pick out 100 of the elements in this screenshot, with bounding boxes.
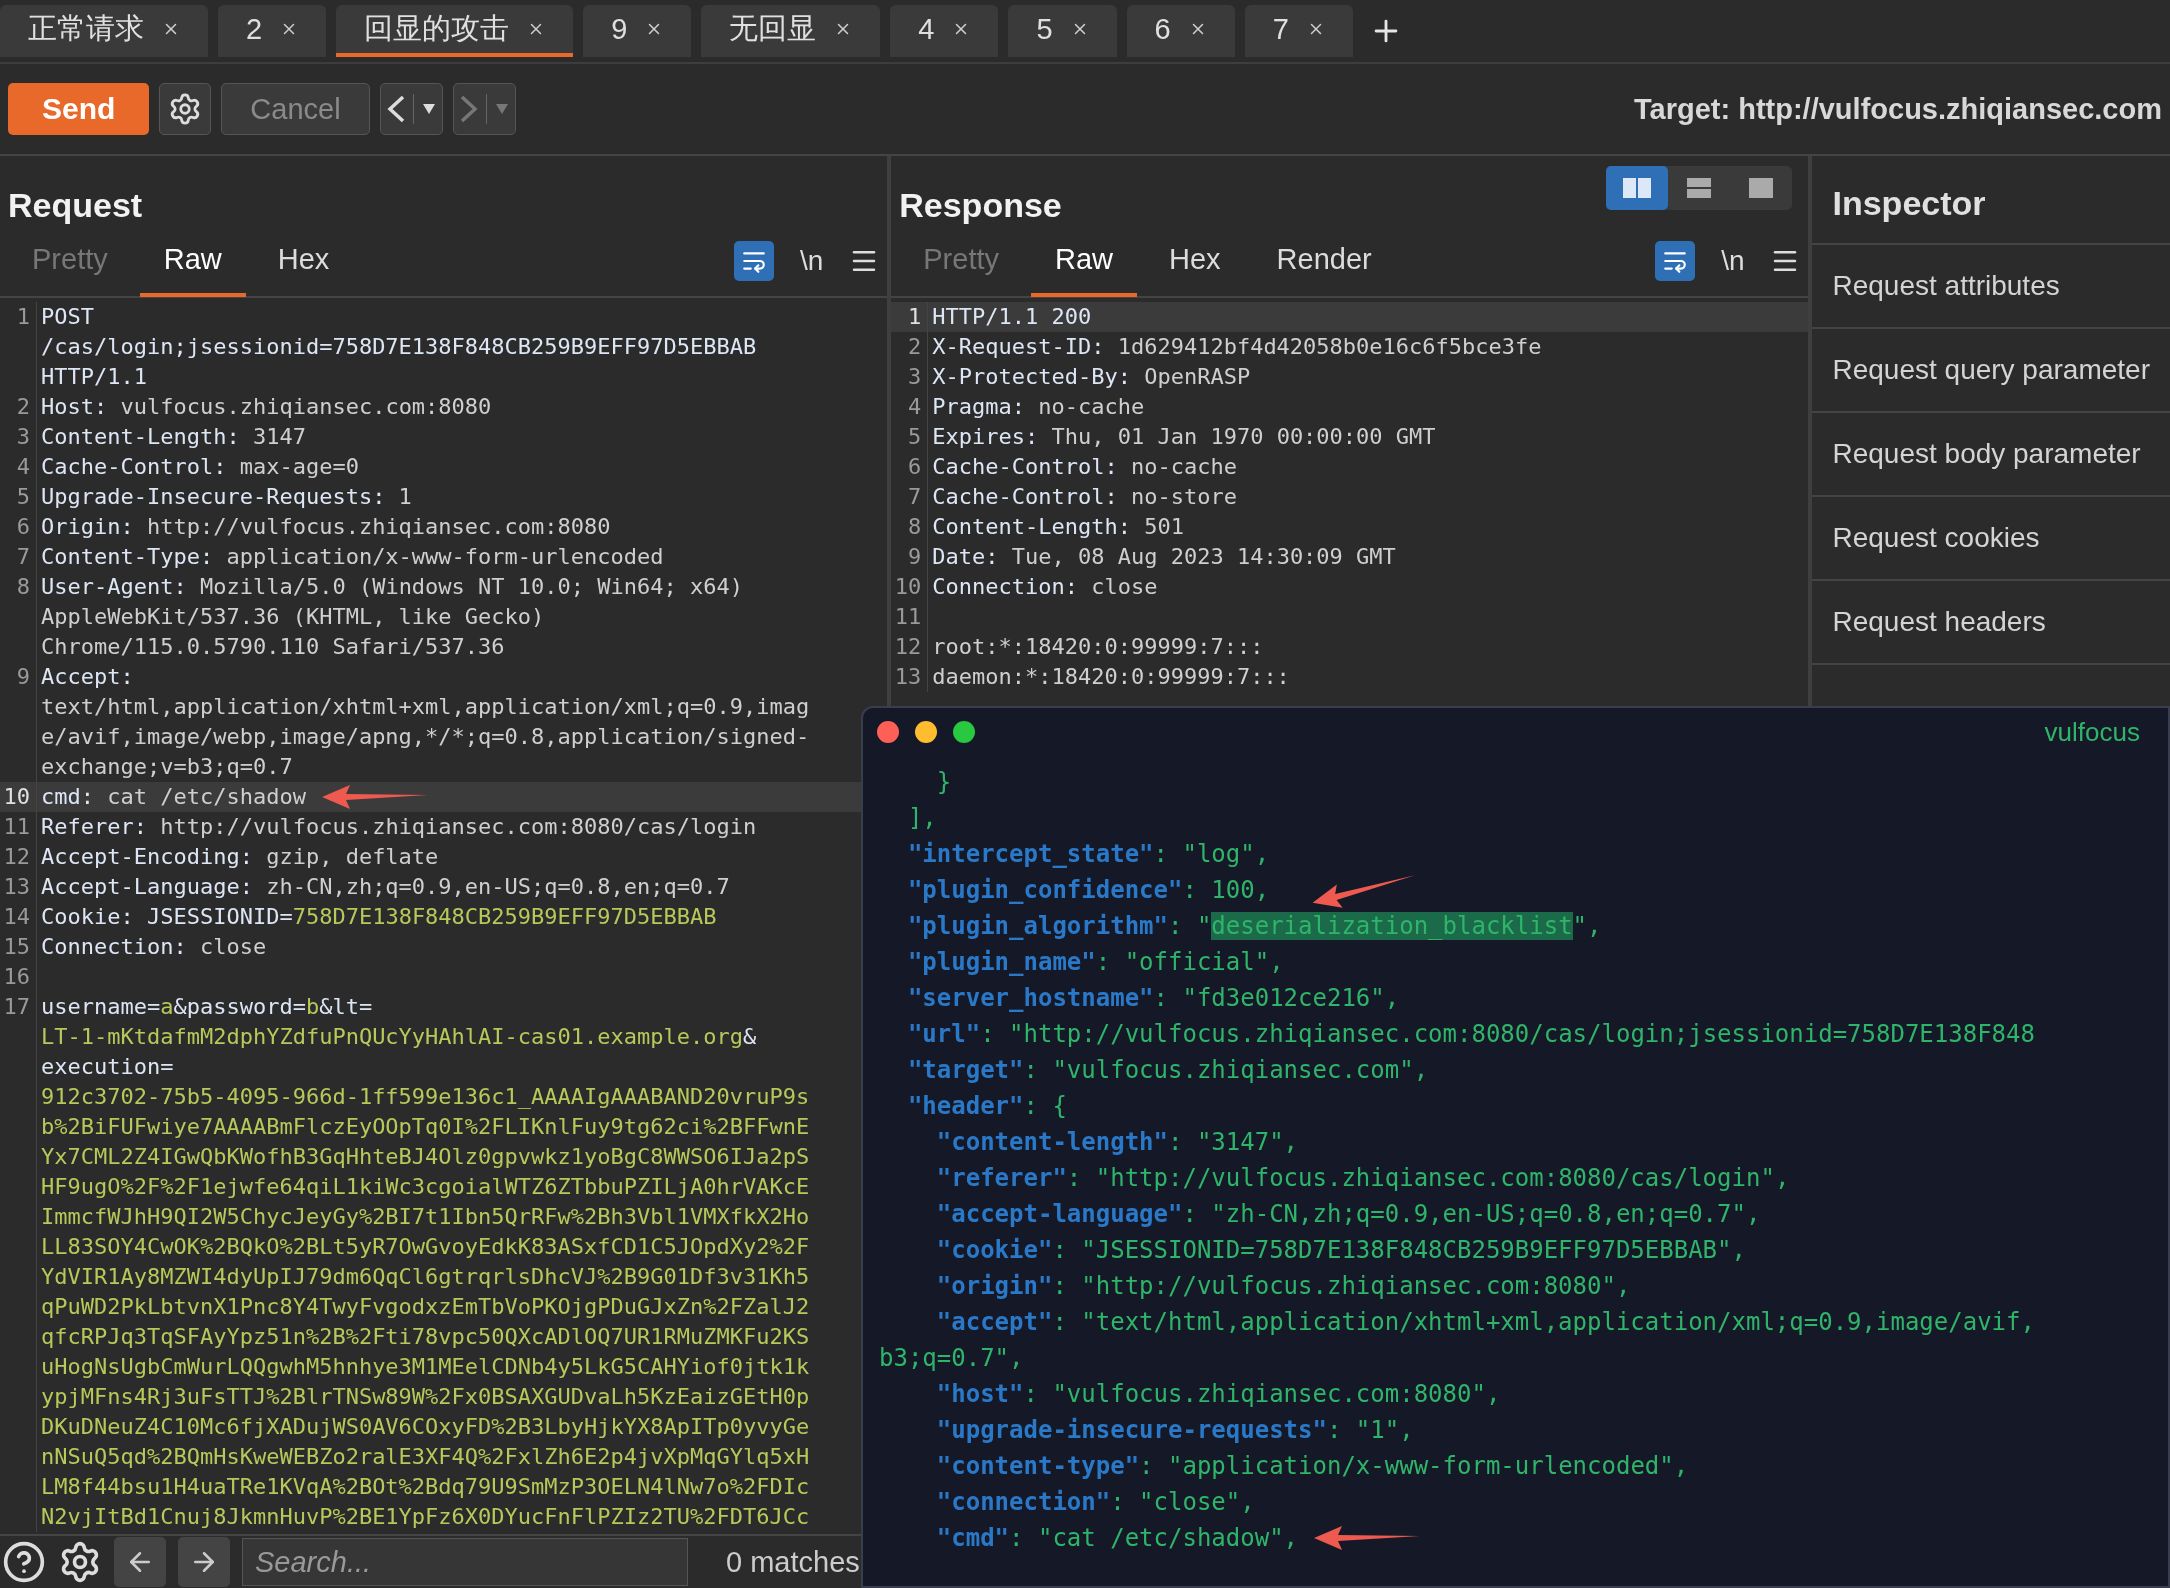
inspector-section[interactable]: Request attributes: [1812, 245, 2170, 329]
code-line: Pragma: no-cache: [932, 393, 1145, 421]
close-dot[interactable]: [877, 721, 899, 743]
chevron-left-icon: [386, 95, 405, 123]
code-line: Connection: close: [41, 933, 267, 961]
code-line: Cache-Control: no-cache: [932, 453, 1237, 481]
code-line: Yx7CML2Z4IGwQbKWofhB3GqHhteBJ4Olz0gpvwkz1yoBgC8WWSO6IJa2pS: [41, 1143, 810, 1171]
caret-icon: [494, 103, 509, 115]
tab[interactable]: 7: [1244, 5, 1353, 57]
view-tab[interactable]: Raw: [1031, 225, 1137, 297]
code-line: 912c3702-75b5-4095-966d-1ff599e136c1_AAAAIgAAABAND20vruP9s: [41, 1083, 810, 1111]
code-line: ypjMFns4Rj3uFsTTJ%2BlrTNSw89W%2Fx0BSAXGUDvaLh5KzEaizGEtH0p: [41, 1383, 810, 1411]
wrap-lines-button[interactable]: [733, 241, 774, 281]
code-line: qfcRPJq3TqSFAyYpz51n%2B%2Fti78vpc50QXcADlOQ7UR1RMuZMKFu2KS: [41, 1323, 810, 1351]
panel-title: Request: [8, 186, 143, 225]
code-line: "plugin_confidence": 100,: [906, 876, 1270, 904]
code-line: execution=: [41, 1053, 174, 1081]
code-line: Connection: close: [932, 573, 1158, 601]
code-line: }: [935, 768, 952, 796]
code-line: Chrome/115.0.5790.110 Safari/537.36: [41, 633, 505, 661]
tab[interactable]: 无回显: [701, 5, 881, 57]
code-line: N2vjItBd1Cnuj8JkmnHuvP%2BE1YpFz6X0DYucFnFlPZIz2TU%2FDT6JCc: [41, 1503, 810, 1531]
chevron-right-icon: [459, 95, 478, 123]
code-line: text/html,application/xhtml+xml,application/xml;q=0.9,imag: [41, 693, 810, 721]
code-line: X-Protected-By: OpenRASP: [932, 363, 1251, 391]
tab[interactable]: 正常请求: [0, 5, 208, 57]
code-line: Cache-Control: max-age=0: [41, 453, 359, 481]
code-line: "origin": "http://vulfocus.zhiqiansec.com:8080",: [935, 1272, 1631, 1300]
back-button[interactable]: [379, 83, 443, 135]
zoom-dot[interactable]: [953, 721, 975, 743]
code-line: /cas/login;jsessionid=758D7E138F848CB259B9EFF97D5EBBAB: [41, 333, 757, 361]
rows-icon: [1686, 177, 1713, 199]
view-tab[interactable]: Render: [1252, 225, 1396, 297]
code-line: e/avif,image/webp,image/apng,*/*;q=0.8,application/signed-: [41, 723, 810, 751]
tab[interactable]: 5: [1008, 5, 1117, 57]
code-line: "content-type": "application/x-www-form-urlencoded",: [935, 1452, 1689, 1480]
inspector-section[interactable]: Request query parameter: [1812, 329, 2170, 413]
code-line: Cache-Control: no-store: [932, 483, 1237, 511]
code-line: Upgrade-Insecure-Requests: 1: [41, 483, 412, 511]
code-line: b%2BiFUFwiye7AAAABmFlczEyOOpTq0I%2FLIKnlFuy9tg62ci%2BFFwnE: [41, 1113, 810, 1141]
code-line: Cookie: JSESSIONID=758D7E138F848CB259B9EFF97D5EBBAB: [41, 903, 717, 931]
wrap-lines-button[interactable]: [1655, 241, 1696, 281]
inspector-section[interactable]: Request cookies: [1812, 497, 2170, 581]
code-line: ],: [906, 804, 937, 832]
code-line: YdVIR1Ay8MZWI4dyUpIJ79dm6QqCl6gtrqrlsDhcVJ%2B9G01Df3v31Kh5: [41, 1263, 810, 1291]
code-line: Date: Tue, 08 Aug 2023 14:30:09 GMT: [932, 543, 1396, 571]
code-line: "accept": "text/html,application/xhtml+xml,application/xml;q=0.9,image/avif,: [935, 1308, 2035, 1336]
tab[interactable]: 6: [1126, 5, 1235, 57]
tab[interactable]: 4: [890, 5, 999, 57]
help-icon[interactable]: [2, 1540, 46, 1584]
view-tab[interactable]: Raw: [139, 225, 246, 297]
code-line: Referer: http://vulfocus.zhiqiansec.com:8080/cas/login: [41, 813, 757, 841]
code-line: "intercept_state": "log",: [906, 840, 1270, 868]
code-line: X-Request-ID: 1d629412bf4d42058b0e16c6f5bce3fe: [932, 333, 1542, 361]
code-line: ImmcfWJhH9QI2W5ChycJeyGy%2BI7t1Ibn5QrRFw%2Bh3Vbl1VMXfkX2Ho: [41, 1203, 810, 1231]
previous-button[interactable]: [114, 1537, 166, 1587]
next-button[interactable]: [178, 1537, 230, 1587]
view-tab[interactable]: Hex: [253, 225, 354, 297]
line-number: 17: [0, 992, 37, 1532]
code-line: LT-1-mKtdafmM2dphYZdfuPnQUcYyHAhlAI-cas01.example.org&: [41, 1023, 757, 1051]
code-line: "header": {: [906, 1092, 1067, 1120]
code-line: root:*:18420:0:99999:7:::: [932, 633, 1264, 661]
minimize-dot[interactable]: [915, 721, 937, 743]
code-line: Content-Length: 3147: [41, 423, 306, 451]
code-line: username=a&password=b&lt=: [41, 993, 373, 1021]
code-line: Accept:: [41, 663, 134, 691]
inspector-section[interactable]: Request headers: [1812, 581, 2170, 665]
code-line: qPuWD2PkLbtvnX1Pnc8Y4TwyFvgodxzEmTbVoPKOjgPDuGJxZn%2FZalJ2: [41, 1293, 810, 1321]
newline-toggle[interactable]: \n: [799, 245, 824, 277]
tab[interactable]: 回显的攻击: [336, 5, 574, 57]
columns-icon: [1622, 177, 1653, 199]
code-line: "accept-language": "zh-CN,zh;q=0.9,en-US;q=0.8,en;q=0.7",: [935, 1200, 1761, 1228]
panel-title: Response: [899, 186, 1062, 225]
caret-icon: [421, 103, 436, 115]
code-line: DKuDNeuZ4C10Mc6fjXADujWS0AV6COxyFD%2B3LbyHjkYX8ApITp0yvyGe: [41, 1413, 810, 1441]
code-line: HTTP/1.1 200: [932, 303, 1092, 331]
view-tab[interactable]: Hex: [1145, 225, 1245, 297]
code-line: "connection": "close",: [935, 1488, 1255, 1516]
tab[interactable]: 2: [218, 5, 327, 57]
code-line: Host: vulfocus.zhiqiansec.com:8080: [41, 393, 492, 421]
code-line: Expires: Thu, 01 Jan 1970 00:00:00 GMT: [932, 423, 1436, 451]
settings-button[interactable]: [159, 83, 212, 135]
code-line: "host": "vulfocus.zhiqiansec.com:8080",: [935, 1380, 1501, 1408]
code-line: Content-Type: application/x-www-form-urlencoded: [41, 543, 664, 571]
code-line: POST: [41, 303, 94, 331]
code-line: "referer": "http://vulfocus.zhiqiansec.com:8080/cas/login",: [935, 1164, 1790, 1192]
code-line: HF9ugO%2F%2F1ejwfe64qiL1kiWc3cgoialWTZ6ZTbbuPZILjA0hrVAKcE: [41, 1173, 810, 1201]
newline-toggle[interactable]: \n: [1721, 245, 1745, 277]
layout-toggle[interactable]: [1606, 166, 1669, 210]
code-line: Content-Length: 501: [932, 513, 1184, 541]
tab[interactable]: 9: [583, 5, 692, 57]
code-line: daemon:*:18420:0:99999:7:::: [932, 663, 1290, 691]
code-line: Origin: http://vulfocus.zhiqiansec.com:8080: [41, 513, 611, 541]
code-line: "plugin_name": "official",: [906, 948, 1284, 976]
code-line: User-Agent: Mozilla/5.0 (Windows NT 10.0; Win64; x64): [41, 573, 743, 601]
search-field[interactable]: Search...: [242, 1538, 688, 1586]
code-line: "url": "http://vulfocus.zhiqiansec.com:8080/cas/login;jsessionid=758D7E138F848: [906, 1020, 2035, 1048]
code-line: b3;q=0.7",: [879, 1344, 1024, 1372]
inspector-section[interactable]: Request body parameter: [1812, 413, 2170, 497]
line-number: 13: [891, 662, 929, 692]
